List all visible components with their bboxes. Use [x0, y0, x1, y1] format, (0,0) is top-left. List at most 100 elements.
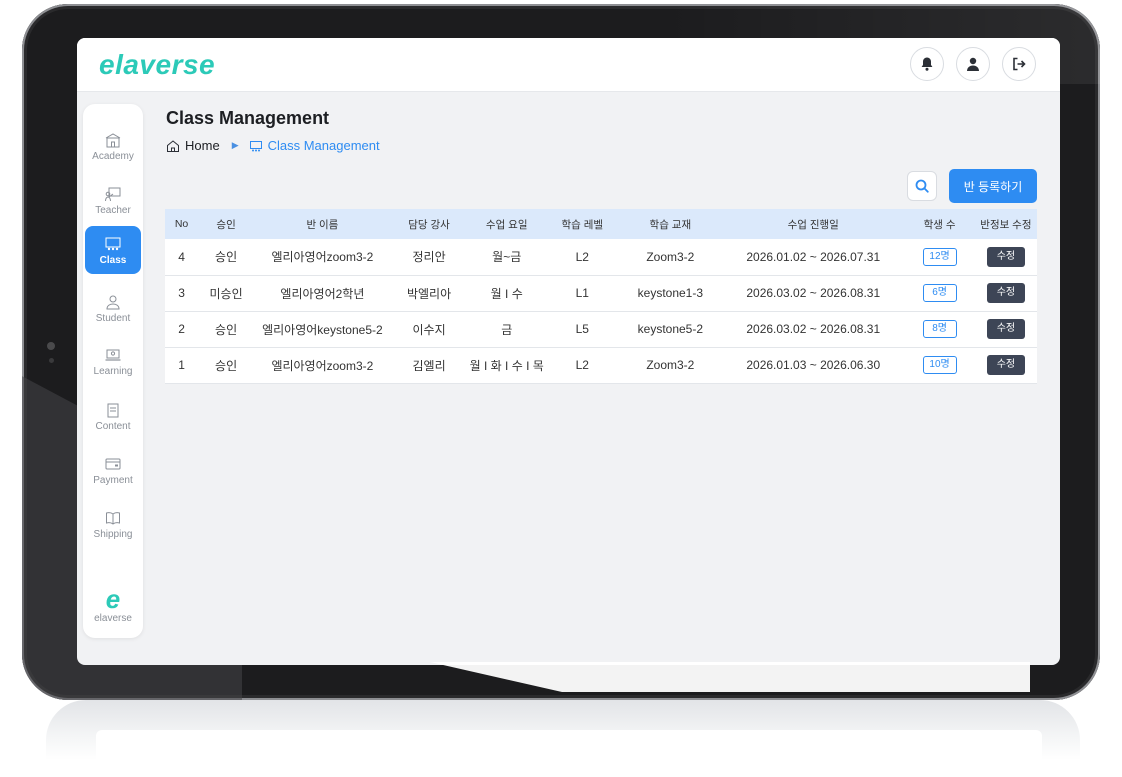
cell-teacher: 정리안	[412, 250, 446, 265]
column-header: 학습 교재	[649, 218, 692, 231]
cell-approval: 승인	[215, 322, 238, 337]
cell-days: 월~금	[492, 250, 522, 265]
class-board-icon	[249, 140, 262, 151]
class-table: No 승인 반 이름 담당 강사 수업 요일 학습 레벨 학습 교재 수업 진행…	[165, 209, 1037, 384]
camera-dot	[47, 342, 55, 350]
cell-students: 8명	[904, 311, 974, 347]
class-icon	[105, 237, 121, 250]
sidebar-item-shipping[interactable]: Shipping	[85, 500, 141, 548]
column-header: 반정보 수정	[980, 218, 1032, 231]
user-icon	[967, 57, 979, 71]
payment-icon	[105, 458, 121, 469]
student-count-badge[interactable]: 10명	[922, 356, 957, 374]
sidebar-item-label: Shipping	[93, 528, 133, 540]
sensor-dot	[49, 358, 54, 363]
cell-students: 12명	[904, 239, 974, 275]
cell-period: 2026.01.03 ~ 2026.06.30	[746, 358, 881, 372]
top-bar: elaverse	[77, 38, 1060, 92]
edit-button[interactable]: 수정	[986, 319, 1025, 339]
student-icon	[106, 295, 120, 309]
cell-no: 1	[178, 358, 185, 372]
column-header: 담당 강사	[408, 218, 450, 231]
search-button[interactable]	[907, 171, 937, 201]
sidebar-brand: e elaverse	[83, 585, 143, 624]
top-actions	[910, 47, 1036, 81]
breadcrumb-separator-icon: ▶	[231, 140, 239, 150]
table-header-row: No 승인 반 이름 담당 강사 수업 요일 학습 레벨 학습 교재 수업 진행…	[165, 209, 1037, 239]
cell-book: keystone1-3	[637, 286, 704, 300]
cell-book: Zoom3-2	[646, 249, 695, 264]
device-reflection	[46, 700, 1080, 760]
cell-level: L2	[575, 358, 589, 372]
cell-class-name: 엘리아영어2학년	[280, 286, 365, 301]
teacher-icon	[105, 187, 121, 201]
sidebar-item-class[interactable]: Class	[85, 226, 141, 274]
sidebar-item-academy[interactable]: Academy	[85, 122, 141, 170]
breadcrumb-home-label: Home	[185, 138, 220, 153]
cell-teacher: 김엘리	[412, 358, 446, 373]
breadcrumb-home[interactable]: Home	[166, 138, 220, 153]
student-count-badge[interactable]: 8명	[922, 320, 957, 338]
cell-days: 월 I 수	[490, 286, 523, 301]
sidebar: Academy Teacher Class Student Learning C…	[83, 104, 143, 638]
sidebar-item-label: Payment	[93, 474, 133, 486]
logout-button[interactable]	[1002, 47, 1036, 81]
cell-class-name: 엘리아영어zoom3-2	[271, 250, 374, 265]
column-header: 승인	[216, 218, 236, 231]
sidebar-item-teacher[interactable]: Teacher	[85, 176, 141, 224]
brand-mark-icon: e	[105, 584, 121, 614]
column-header: 반 이름	[306, 218, 339, 231]
breadcrumb: Home ▶ Class Management	[166, 138, 380, 153]
cell-class-name: 엘리아영어keystone5-2	[262, 322, 383, 337]
student-count-badge[interactable]: 6명	[922, 284, 957, 302]
edit-button[interactable]: 수정	[986, 283, 1025, 303]
sidebar-brand-label: elaverse	[94, 613, 132, 624]
table-row[interactable]: 3 미승인 엘리아영어2학년 박엘리아 월 I 수 L1 keystone1-3…	[165, 275, 1037, 311]
cell-edit: 수정	[975, 275, 1037, 311]
cell-no: 2	[178, 322, 185, 336]
brand-logo[interactable]: elaverse	[99, 49, 215, 81]
column-header: No	[174, 218, 189, 230]
edit-button[interactable]: 수정	[986, 246, 1025, 267]
sidebar-item-content[interactable]: Content	[85, 392, 141, 440]
cell-book: keystone5-2	[637, 322, 704, 336]
cell-approval: 미승인	[209, 286, 243, 301]
learning-icon	[105, 349, 121, 361]
logout-icon	[1013, 57, 1026, 71]
cell-teacher: 박엘리아	[406, 286, 452, 301]
home-icon	[167, 139, 179, 152]
cell-period: 2026.01.02 ~ 2026.07.31	[746, 249, 881, 264]
cell-teacher: 이수지	[412, 322, 446, 337]
page-title: Class Management	[166, 108, 330, 128]
search-icon	[915, 179, 929, 193]
sidebar-item-payment[interactable]: Payment	[85, 446, 141, 494]
cell-students: 10명	[904, 347, 974, 383]
cell-period: 2026.03.02 ~ 2026.08.31	[746, 286, 881, 300]
content-icon	[107, 403, 119, 417]
cell-students: 6명	[904, 275, 974, 311]
book-icon	[106, 511, 120, 525]
cell-days: 금	[501, 322, 513, 337]
register-class-button[interactable]: 반 등록하기	[949, 169, 1037, 203]
edit-button[interactable]: 수정	[986, 355, 1025, 375]
profile-button[interactable]	[956, 47, 990, 81]
sidebar-item-student[interactable]: Student	[85, 284, 141, 332]
sidebar-item-label: Academy	[92, 150, 134, 162]
cell-days: 월 I 화 I 수 I 목	[469, 358, 544, 373]
table-row[interactable]: 2 승인 엘리아영어keystone5-2 이수지 금 L5 keystone5…	[165, 311, 1037, 347]
cell-period: 2026.03.02 ~ 2026.08.31	[746, 322, 881, 336]
table-row[interactable]: 1 승인 엘리아영어zoom3-2 김엘리 월 I 화 I 수 I 목 L2 Z…	[165, 347, 1037, 383]
column-header: 학생 수	[923, 218, 956, 231]
app-screen: elaverse Academy Teacher Class Student L…	[77, 38, 1060, 665]
breadcrumb-current-label: Class Management	[267, 138, 380, 153]
breadcrumb-current: Class Management	[249, 138, 380, 153]
notifications-button[interactable]	[910, 47, 944, 81]
table-row[interactable]: 4 승인 엘리아영어zoom3-2 정리안 월~금 L2 Zoom3-2 202…	[165, 239, 1037, 275]
academy-icon	[105, 132, 121, 147]
sidebar-item-learning[interactable]: Learning	[85, 337, 141, 385]
student-count-badge[interactable]: 12명	[922, 247, 957, 266]
cell-class-name: 엘리아영어zoom3-2	[271, 358, 374, 373]
cell-edit: 수정	[975, 347, 1037, 383]
bell-icon	[921, 57, 933, 71]
sidebar-item-label: Content	[95, 420, 131, 432]
